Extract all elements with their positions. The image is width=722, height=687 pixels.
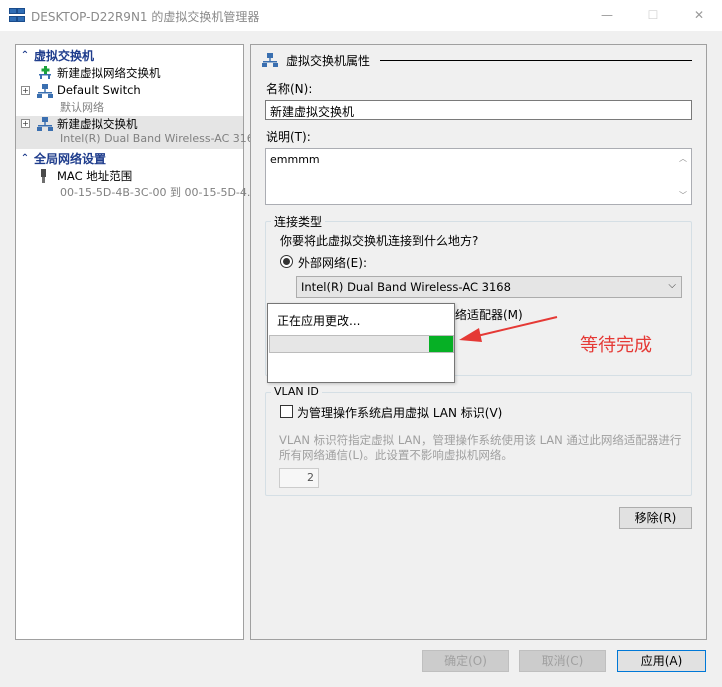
window-title: DESKTOP-D22R9N1 的虚拟交换机管理器 — [31, 10, 260, 24]
switch-manager-icon — [9, 8, 25, 22]
progress-bar-fill — [429, 336, 453, 352]
vlan-group-title: VLAN ID — [271, 385, 322, 398]
header-divider — [380, 60, 692, 61]
tree-item-label: 新建虚拟交换机 — [57, 117, 138, 131]
connection-question: 你要将此虚拟交换机连接到什么地方? — [280, 234, 479, 248]
tree-item-new-switch[interactable]: 新建虚拟网络交换机 — [16, 65, 243, 82]
tree-item-default-switch[interactable]: + Default Switch 默认网络 — [16, 83, 243, 115]
remove-button[interactable]: 移除(R) — [619, 507, 692, 529]
close-button[interactable]: ✕ — [676, 0, 722, 30]
close-icon: ✕ — [693, 8, 705, 22]
tree-item-sublabel: 默认网络 — [60, 101, 104, 114]
connection-type-title: 连接类型 — [271, 213, 326, 230]
tree-item-new-virtual-switch[interactable]: + 新建虚拟交换机 Intel(R) Dual Band Wireless-AC… — [16, 116, 261, 149]
collapse-chevron-icon[interactable]: ⌃ — [16, 50, 34, 61]
chevron-down-icon: ⌵ — [668, 280, 676, 291]
tree-item-label: MAC 地址范围 — [57, 169, 133, 183]
progress-bar — [269, 335, 454, 353]
tree-item-mac-range[interactable]: MAC 地址范围 00-15-5D-4B-3C-00 到 00-15-5D-4.… — [16, 168, 257, 201]
expand-icon[interactable]: + — [21, 86, 30, 95]
description-textarea[interactable]: emmmm ︿ ﹀ — [265, 148, 692, 205]
annotation-text: 等待完成 — [580, 335, 652, 356]
add-network-icon — [39, 66, 51, 79]
expand-icon[interactable]: + — [21, 119, 30, 128]
cancel-button[interactable]: 取消(C) — [519, 650, 606, 672]
maximize-button[interactable]: ☐ — [630, 0, 676, 30]
scroll-down-icon[interactable]: ﹀ — [677, 190, 689, 201]
radio-dot-icon — [283, 258, 290, 265]
description-label: 说明(T): — [266, 130, 311, 144]
vlan-description: VLAN 标识符指定虚拟 LAN，管理操作系统使用该 LAN 通过此网络适配器进… — [279, 433, 682, 462]
section-virtual-switches[interactable]: ⌃ 虚拟交换机 — [16, 47, 243, 63]
minimize-button[interactable]: — — [584, 0, 630, 30]
section-virtual-switches-title: 虚拟交换机 — [34, 48, 95, 63]
applying-changes-message: 正在应用更改... — [277, 314, 361, 328]
collapse-chevron-icon[interactable]: ⌃ — [16, 153, 34, 164]
title-bar: DESKTOP-D22R9N1 的虚拟交换机管理器 — ☐ ✕ — [0, 0, 722, 31]
switch-tree-pane[interactable]: ⌃ 虚拟交换机 新建虚拟网络交换机 + Default Switch 默认网络 … — [15, 44, 261, 640]
external-network-radio[interactable] — [280, 255, 293, 268]
vlan-enable-label: 为管理操作系统启用虚拟 LAN 标识(V) — [297, 406, 503, 420]
network-switch-icon — [37, 84, 53, 98]
annotation-arrow-icon — [459, 316, 558, 342]
external-network-label: 外部网络(E): — [298, 256, 367, 270]
tree-item-label: Default Switch — [57, 83, 141, 97]
section-global-network-settings[interactable]: ⌃ 全局网络设置 — [16, 150, 243, 166]
properties-header: 虚拟交换机属性 — [262, 52, 370, 68]
description-text: emmmm — [270, 153, 320, 166]
network-plug-icon — [41, 169, 46, 183]
section-global-settings-title: 全局网络设置 — [34, 151, 107, 166]
properties-title: 虚拟交换机属性 — [286, 53, 371, 68]
vlan-enable-checkbox[interactable] — [280, 405, 293, 418]
tree-item-sublabel: Intel(R) Dual Band Wireless-AC 3168 — [60, 132, 261, 145]
name-label: 名称(N): — [266, 82, 313, 96]
network-switch-icon — [37, 117, 53, 131]
apply-button[interactable]: 应用(A) — [617, 650, 706, 672]
network-switch-icon — [262, 53, 278, 67]
vlan-id-input[interactable]: 2 — [279, 468, 319, 488]
minimize-icon: — — [601, 8, 613, 22]
scroll-up-icon[interactable]: ︿ — [677, 153, 689, 164]
maximize-icon: ☐ — [647, 8, 659, 22]
adapter-select[interactable]: Intel(R) Dual Band Wireless-AC 3168 ⌵ — [296, 276, 682, 298]
applying-changes-popup: 正在应用更改... — [267, 303, 455, 383]
tree-item-label: 新建虚拟网络交换机 — [57, 66, 161, 80]
adapter-select-value: Intel(R) Dual Band Wireless-AC 3168 — [301, 280, 511, 294]
name-input[interactable]: 新建虚拟交换机 — [265, 100, 692, 120]
tree-item-sublabel: 00-15-5D-4B-3C-00 到 00-15-5D-4... — [60, 186, 258, 199]
ok-button[interactable]: 确定(O) — [422, 650, 509, 672]
